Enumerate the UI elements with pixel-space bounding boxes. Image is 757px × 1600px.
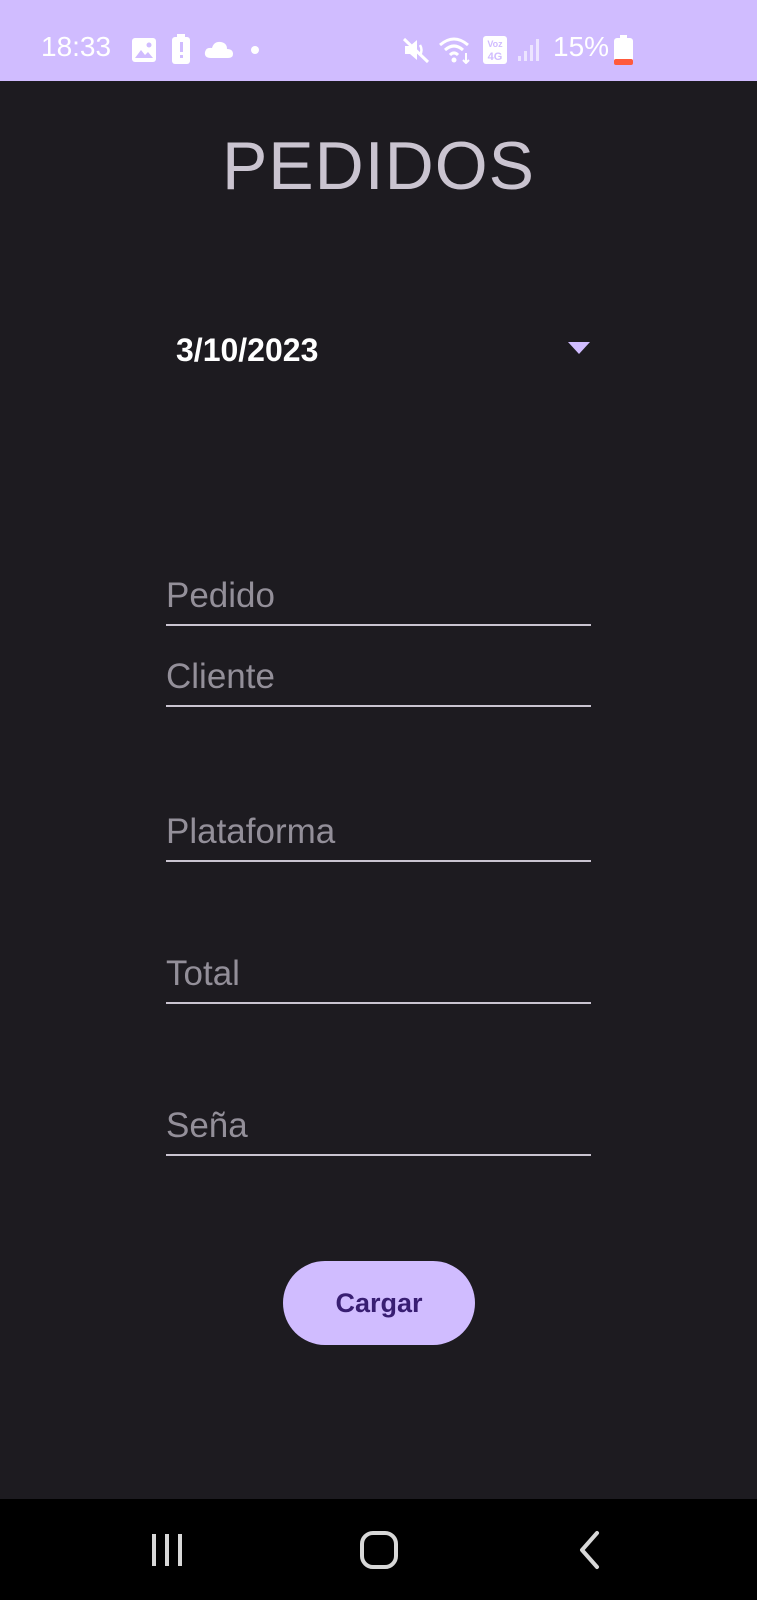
home-icon xyxy=(360,1531,398,1569)
sena-input[interactable] xyxy=(166,1106,591,1146)
navigation-bar xyxy=(0,1499,757,1600)
volte-4g-icon: Voz 4G xyxy=(483,36,507,64)
svg-text:Voz: Voz xyxy=(487,39,503,49)
dropdown-arrow-icon xyxy=(568,342,590,354)
cliente-input[interactable] xyxy=(166,657,591,697)
plataforma-field[interactable] xyxy=(166,790,591,862)
plataforma-input[interactable] xyxy=(166,812,591,852)
gallery-icon xyxy=(132,38,156,62)
sena-field[interactable] xyxy=(166,1082,591,1156)
signal-icon xyxy=(518,39,539,61)
back-icon xyxy=(580,1531,599,1569)
wifi-icon xyxy=(439,37,470,64)
mute-icon xyxy=(402,37,430,64)
total-input[interactable] xyxy=(166,954,591,994)
page-title: PEDIDOS xyxy=(221,128,536,204)
battery-alert-icon xyxy=(172,34,190,64)
pedido-input[interactable] xyxy=(166,576,591,616)
date-spinner[interactable]: 3/10/2023 xyxy=(160,318,600,380)
cloud-icon xyxy=(204,41,233,58)
status-time: 18:33 xyxy=(41,31,112,62)
battery-icon xyxy=(614,35,633,65)
cliente-field[interactable] xyxy=(166,640,591,707)
date-spinner-value: 3/10/2023 xyxy=(176,332,319,368)
recent-apps-icon xyxy=(152,1534,182,1566)
pedido-field[interactable] xyxy=(166,500,591,626)
total-field[interactable] xyxy=(166,930,591,1004)
home-button[interactable] xyxy=(349,1523,409,1577)
status-bar: 18:33 Voz 4G 15% xyxy=(0,0,757,81)
back-button[interactable] xyxy=(561,1523,621,1577)
svg-text:4G: 4G xyxy=(488,51,503,63)
dot-icon xyxy=(251,46,259,54)
recent-apps-button[interactable] xyxy=(137,1523,197,1577)
battery-percent: 15% xyxy=(553,31,610,62)
cargar-button[interactable]: Cargar xyxy=(283,1261,475,1345)
